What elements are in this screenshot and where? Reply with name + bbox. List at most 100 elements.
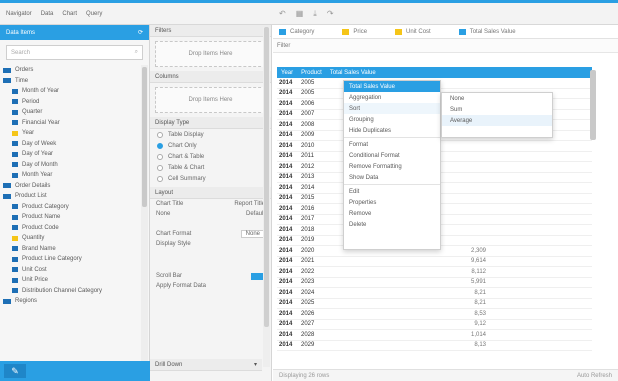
radio-button[interactable] <box>157 175 163 182</box>
context-menu-item[interactable]: Grouping <box>344 114 440 125</box>
table-row[interactable]: 2014 2023 5,991 <box>277 278 592 288</box>
menu-item-data[interactable]: Data <box>41 11 54 17</box>
layout-title[interactable]: Layout▾ <box>150 187 271 199</box>
context-menu-item[interactable]: Delete <box>344 219 440 230</box>
context-menu-item[interactable]: Aggregation <box>344 92 440 103</box>
radio-button[interactable] <box>157 153 163 160</box>
apply-format-row[interactable]: Apply Format Data <box>150 281 271 291</box>
tree-item[interactable]: Orders <box>0 65 140 76</box>
table-icon[interactable]: ▦ <box>296 9 304 19</box>
context-menu-item[interactable]: Show Data <box>344 172 440 183</box>
undo-icon[interactable]: ↶ <box>279 9 286 19</box>
submenu-item[interactable]: Average <box>442 115 552 126</box>
tree-item[interactable]: Day of Month <box>0 160 140 171</box>
radio-button[interactable] <box>157 131 163 138</box>
tree-item[interactable]: Unit Price <box>0 275 140 286</box>
display-option[interactable]: Cell Summary <box>150 173 271 184</box>
chart-format-row[interactable]: Chart Format None <box>150 229 271 239</box>
table-row[interactable]: 2014 2022 8,112 <box>277 267 592 278</box>
filters-dropzone[interactable]: Drop Items Here <box>155 41 266 67</box>
tree-scrollbar[interactable] <box>141 65 148 361</box>
tree-item[interactable]: Product Line Category <box>0 254 140 265</box>
context-menu-item[interactable]: Properties <box>344 197 440 208</box>
tree-item[interactable]: Product List <box>0 191 140 202</box>
legend-item[interactable]: Unit Cost <box>389 28 437 35</box>
tree-item[interactable]: Period <box>0 97 140 108</box>
display-style-row: Display Style <box>156 241 191 247</box>
search-input[interactable]: Search ⌕ <box>6 45 143 60</box>
submenu-item[interactable]: None <box>442 93 552 104</box>
tree-item[interactable]: Unit Cost <box>0 265 140 276</box>
table-row[interactable]: 2014 2027 9,12 <box>277 320 592 330</box>
menu-item-chart[interactable]: Chart <box>62 11 77 17</box>
field-icon <box>12 162 18 168</box>
tree-item[interactable]: Time <box>0 76 140 87</box>
redo-icon[interactable]: ↷ <box>327 9 334 19</box>
tree-item[interactable]: Regions <box>0 296 140 307</box>
legend-item[interactable]: Category <box>273 28 320 35</box>
tree-item[interactable]: Day of Year <box>0 149 140 160</box>
submenu-item[interactable]: Sum <box>442 104 552 115</box>
context-menu-item[interactable]: Format <box>344 139 440 150</box>
tree-item[interactable]: Product Name <box>0 212 140 223</box>
table-cell: 2027 <box>301 321 315 328</box>
radio-button[interactable] <box>157 142 163 149</box>
table-row[interactable]: 2014 2029 8,13 <box>277 341 592 351</box>
table-cell: 8,21 <box>474 300 486 307</box>
tree-item[interactable]: Product Code <box>0 223 140 234</box>
menu-item-navigator[interactable]: Navigator <box>6 11 32 17</box>
tree-item[interactable]: Product Category <box>0 202 140 213</box>
table-row[interactable]: 2014 2024 8,21 <box>277 288 592 299</box>
menu-item-query[interactable]: Query <box>86 11 102 17</box>
export-icon[interactable]: ⤓ <box>313 9 317 19</box>
tree-item[interactable]: Year <box>0 128 140 139</box>
display-option[interactable]: Chart Only <box>150 140 271 151</box>
report-scrollbar[interactable] <box>590 70 597 360</box>
context-menu-item[interactable]: Edit <box>344 186 440 197</box>
table-row[interactable]: 2014 2025 8,21 <box>277 299 592 309</box>
context-menu-item[interactable]: Remove Formatting <box>344 161 440 172</box>
tree-item-label: Year <box>22 130 35 137</box>
tree-item[interactable]: Distribution Channel Category <box>0 286 140 297</box>
context-menu-item[interactable]: Remove <box>344 208 440 219</box>
scrollbar-toggle-row[interactable]: Scroll Bar <box>150 271 271 281</box>
search-icon[interactable]: ⌕ <box>135 49 138 56</box>
tree-item[interactable]: Day of Week <box>0 139 140 150</box>
tree-item[interactable]: Brand Name <box>0 244 140 255</box>
context-menu-item[interactable]: Conditional Format <box>344 150 440 161</box>
drill-down-title[interactable]: Drill Down ▾ <box>150 359 262 371</box>
radio-button[interactable] <box>157 164 163 171</box>
tree-item[interactable]: Financial Year <box>0 118 140 129</box>
column-header-total-sales[interactable]: Total Sales Value <box>326 70 380 76</box>
table-cell: 2007 <box>301 111 315 118</box>
filter-bar[interactable]: Filter <box>273 39 618 53</box>
folder-icon <box>3 193 11 199</box>
column-header-year[interactable]: Year <box>277 70 297 76</box>
config-scrollbar[interactable] <box>263 27 270 367</box>
display-option[interactable]: Table & Chart <box>150 162 271 173</box>
tree-item[interactable]: Month Year <box>0 170 140 181</box>
refresh-icon[interactable]: ⟳ <box>138 29 143 36</box>
tree-item[interactable]: Quantity <box>0 233 140 244</box>
display-option[interactable]: Table Display <box>150 129 271 140</box>
columns-dropzone[interactable]: Drop Items Here <box>155 87 266 113</box>
legend-label: Price <box>353 28 368 35</box>
context-menu-item[interactable]: Sort <box>344 103 440 114</box>
edit-icon[interactable]: ✎ <box>4 364 26 378</box>
table-row[interactable]: 2014 2026 8,53 <box>277 309 592 320</box>
table-cell: 2028 <box>301 331 315 338</box>
legend-item[interactable]: Total Sales Value <box>453 28 522 35</box>
table-cell: 1,014 <box>470 331 486 338</box>
tree-item[interactable]: Month of Year <box>0 86 140 97</box>
tree-item-label: Month Year <box>22 172 53 179</box>
status-right[interactable]: Auto Refresh <box>577 373 612 379</box>
column-header-product[interactable]: Product <box>297 70 326 76</box>
context-menu-item[interactable]: Hide Duplicates <box>344 125 440 136</box>
legend-item[interactable]: Price <box>336 28 373 35</box>
display-option[interactable]: Chart & Table <box>150 151 271 162</box>
display-type-title[interactable]: Display Type▾ <box>150 117 271 129</box>
tree-item[interactable]: Order Details <box>0 181 140 192</box>
table-row[interactable]: 2014 2021 9,614 <box>277 257 592 267</box>
table-row[interactable]: 2014 2028 1,014 <box>277 330 592 341</box>
tree-item[interactable]: Quarter <box>0 107 140 118</box>
